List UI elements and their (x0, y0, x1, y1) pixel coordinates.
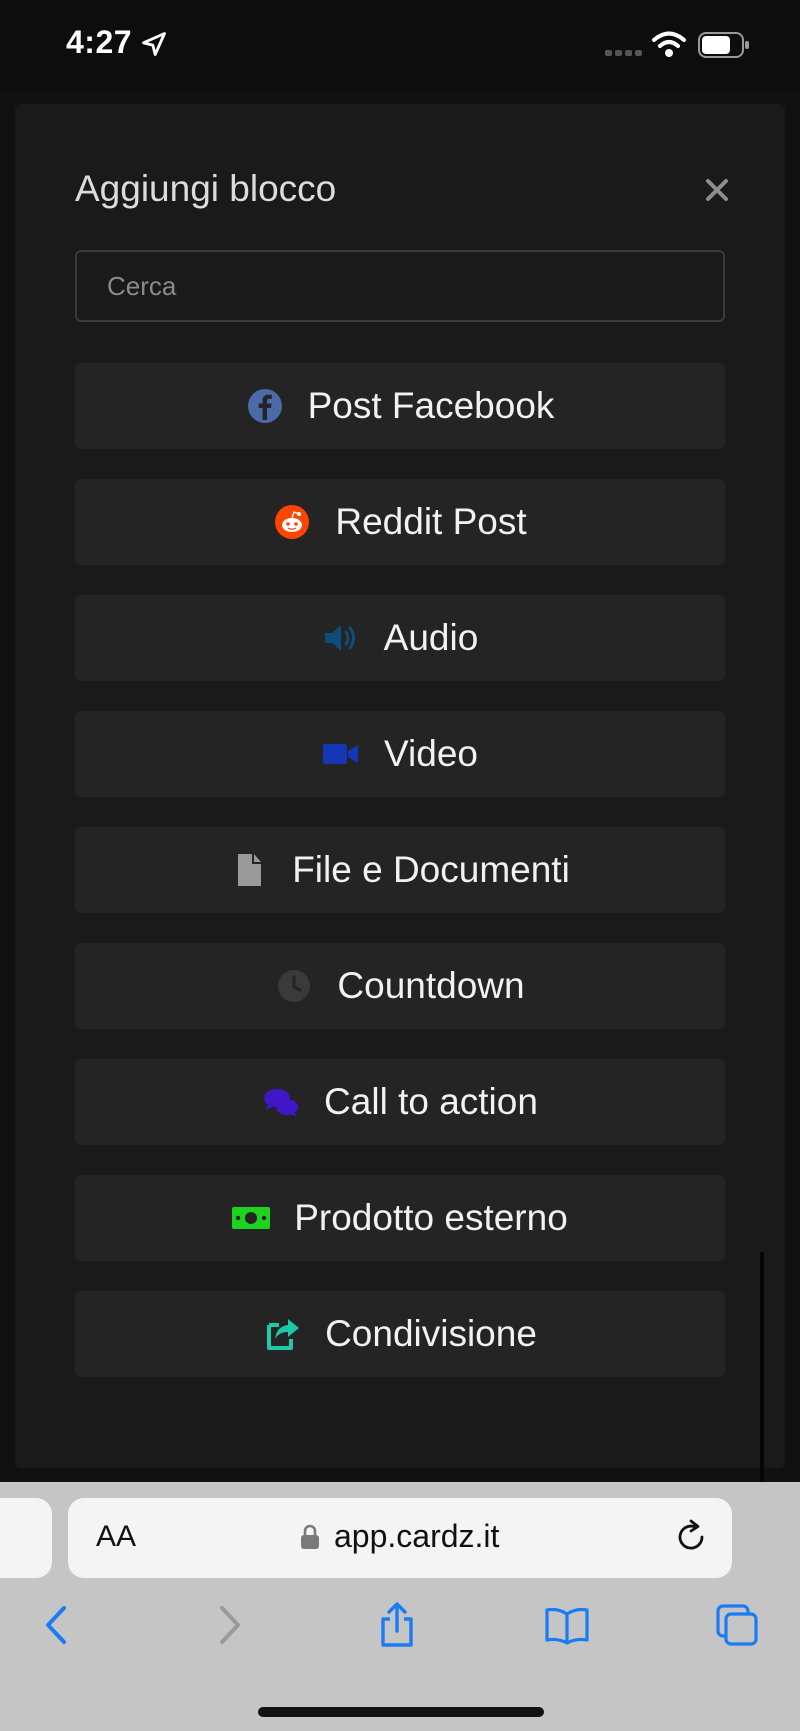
block-reddit-post-button[interactable]: Reddit Post (75, 479, 725, 565)
share-icon[interactable] (374, 1602, 420, 1648)
block-label: Audio (383, 617, 479, 658)
reddit-icon (273, 503, 311, 541)
url-text: app.cardz.it (334, 1518, 500, 1554)
chat-bubbles-icon (262, 1083, 300, 1121)
status-bar: 4:27 (0, 0, 800, 90)
status-time: 4:27 (66, 24, 133, 60)
share-icon (263, 1315, 301, 1353)
modal-title: Aggiungi blocco (75, 168, 337, 209)
text-size-button[interactable]: AA (96, 1520, 136, 1554)
tabs-icon[interactable] (714, 1602, 760, 1648)
cellular-signal-icon (605, 50, 642, 56)
block-label: Post Facebook (307, 385, 555, 426)
block-label: Prodotto esterno (294, 1197, 568, 1238)
block-external-product-button[interactable]: Prodotto esterno (75, 1175, 725, 1261)
block-countdown-button[interactable]: Countdown (75, 943, 725, 1029)
block-call-to-action-button[interactable]: Call to action (75, 1059, 725, 1145)
block-file-documents-button[interactable]: File e Documenti (75, 827, 725, 913)
block-audio-button[interactable]: Audio (75, 595, 725, 681)
home-indicator (258, 1707, 544, 1717)
previous-tab-preview[interactable] (0, 1498, 52, 1578)
block-label: Call to action (324, 1081, 538, 1122)
address-bar[interactable]: AA app.cardz.it (68, 1498, 732, 1578)
video-camera-icon (322, 735, 360, 773)
block-video-button[interactable]: Video (75, 711, 725, 797)
lock-icon (301, 1524, 319, 1549)
browser-toolbar: AA app.cardz.it (0, 1482, 800, 1731)
block-label: Reddit Post (335, 501, 527, 542)
reload-icon[interactable] (672, 1518, 710, 1556)
speaker-icon (322, 619, 360, 657)
close-icon[interactable] (697, 170, 737, 210)
block-label: Video (384, 733, 478, 774)
block-label: File e Documenti (292, 849, 570, 890)
back-icon[interactable] (34, 1602, 80, 1648)
file-icon (230, 851, 268, 889)
forward-icon[interactable] (206, 1602, 252, 1648)
wifi-icon (652, 31, 686, 57)
add-block-modal: Aggiungi blocco Post Facebook Reddit Pos… (15, 104, 785, 1532)
bookmarks-icon[interactable] (544, 1602, 590, 1648)
block-label: Condivisione (325, 1313, 537, 1354)
block-post-facebook-button[interactable]: Post Facebook (75, 363, 725, 449)
battery-icon (698, 32, 749, 58)
block-label: Countdown (337, 965, 525, 1006)
clock-icon (275, 967, 313, 1005)
location-arrow-icon (142, 32, 166, 56)
search-input[interactable] (75, 250, 725, 322)
facebook-icon (246, 387, 284, 425)
money-bill-icon (232, 1199, 271, 1237)
block-share-button[interactable]: Condivisione (75, 1291, 725, 1377)
